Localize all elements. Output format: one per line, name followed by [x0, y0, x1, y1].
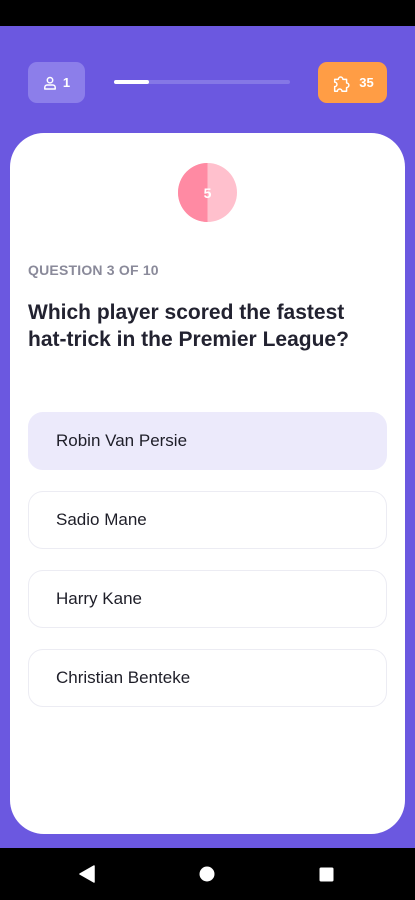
- answer-option[interactable]: Robin Van Persie: [28, 412, 387, 470]
- user-icon: [43, 76, 56, 90]
- nav-recents-button[interactable]: [309, 848, 343, 900]
- nav-home-button[interactable]: [190, 848, 224, 900]
- quiz-progress-fill: [114, 80, 150, 84]
- status-bar: [0, 0, 415, 26]
- question-counter: QUESTION 3 OF 10: [28, 262, 159, 278]
- back-triangle-icon: [79, 865, 95, 883]
- question-text: Which player scored the fastest hat-tric…: [28, 301, 349, 351]
- players-chip[interactable]: 1: [28, 62, 85, 103]
- timer-value: 5: [203, 184, 212, 201]
- answer-option[interactable]: Sadio Mane: [28, 491, 387, 549]
- puzzle-icon: [334, 75, 350, 92]
- nav-back-button[interactable]: [70, 848, 104, 900]
- answer-option[interactable]: Christian Benteke: [28, 649, 387, 707]
- quiz-progress-bar: [114, 80, 290, 84]
- question-card: [10, 133, 405, 834]
- home-circle-icon: [199, 866, 215, 882]
- answer-option[interactable]: Harry Kane: [28, 570, 387, 628]
- points-count: 35: [359, 75, 374, 90]
- system-navigation-bar: [0, 848, 415, 900]
- points-chip[interactable]: 35: [318, 62, 387, 103]
- recents-square-icon: [319, 867, 333, 881]
- players-count: 1: [62, 75, 71, 90]
